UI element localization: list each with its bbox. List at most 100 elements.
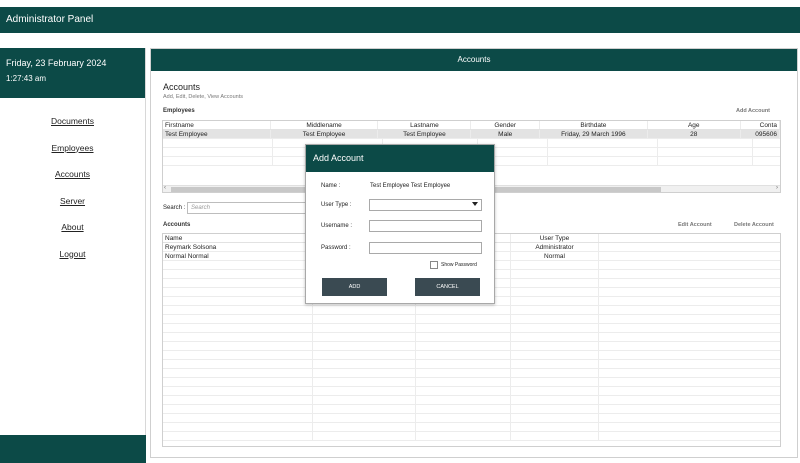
empty-cell bbox=[416, 315, 511, 323]
sidebar: Friday, 23 February 2024 1:27:43 am Docu… bbox=[0, 48, 146, 463]
col-header[interactable]: Name bbox=[163, 234, 313, 242]
empty-cell bbox=[163, 306, 313, 314]
table-row[interactable]: Test Employee Test Employee Test Employe… bbox=[163, 130, 780, 139]
empty-cell bbox=[313, 396, 416, 404]
empty-cell bbox=[163, 369, 313, 377]
empty-cell bbox=[511, 387, 599, 395]
empty-cell bbox=[313, 432, 416, 440]
empty-cell bbox=[313, 351, 416, 359]
empty-cell bbox=[163, 414, 313, 422]
empty-cell bbox=[313, 333, 416, 341]
empty-row bbox=[163, 333, 780, 342]
empty-cell bbox=[416, 333, 511, 341]
empty-cell bbox=[163, 270, 313, 278]
empty-cell bbox=[511, 288, 599, 296]
empty-cell bbox=[313, 306, 416, 314]
empty-cell bbox=[511, 432, 599, 440]
nav-about[interactable]: About bbox=[0, 214, 145, 241]
col-header[interactable]: Middlename bbox=[271, 121, 379, 129]
name-value: Test Employee Test Employee bbox=[370, 183, 451, 189]
empty-row bbox=[163, 315, 780, 324]
nav-employees[interactable]: Employees bbox=[0, 135, 145, 162]
empty-cell bbox=[416, 369, 511, 377]
empty-cell bbox=[511, 360, 599, 368]
sidebar-clock: Friday, 23 February 2024 1:27:43 am bbox=[0, 48, 145, 98]
username-label: Username : bbox=[321, 223, 353, 229]
delete-account-link[interactable]: Delete Account bbox=[734, 222, 774, 228]
add-button[interactable]: ADD bbox=[322, 278, 387, 296]
empty-cell bbox=[511, 333, 599, 341]
nav-server[interactable]: Server bbox=[0, 188, 145, 215]
password-label: Password : bbox=[321, 245, 351, 251]
empty-cell bbox=[416, 360, 511, 368]
sidebar-footer bbox=[0, 435, 146, 463]
table-cell: Administrator bbox=[511, 243, 599, 251]
empty-cell bbox=[416, 414, 511, 422]
dialog-title: Add Account bbox=[306, 145, 494, 172]
password-field[interactable] bbox=[369, 242, 482, 254]
col-header[interactable]: Birthdate bbox=[540, 121, 648, 129]
edit-account-link[interactable]: Edit Account bbox=[678, 222, 712, 228]
current-date: Friday, 23 February 2024 bbox=[6, 58, 107, 68]
empty-cell bbox=[163, 279, 313, 287]
empty-cell bbox=[416, 351, 511, 359]
scroll-left-icon[interactable]: ‹ bbox=[164, 185, 166, 191]
add-account-link[interactable]: Add Account bbox=[736, 108, 770, 114]
scroll-right-icon[interactable]: › bbox=[776, 185, 778, 191]
col-header[interactable]: Firstname bbox=[163, 121, 271, 129]
sidebar-nav: Documents Employees Accounts Server Abou… bbox=[0, 108, 145, 267]
col-header[interactable]: Age bbox=[648, 121, 741, 129]
app-title: Administrator Panel bbox=[6, 14, 94, 25]
user-type-select[interactable] bbox=[369, 199, 482, 211]
empty-cell bbox=[511, 279, 599, 287]
empty-row bbox=[163, 396, 780, 405]
empty-cell bbox=[163, 387, 313, 395]
table-cell: Male bbox=[471, 130, 541, 138]
empty-row bbox=[163, 423, 780, 432]
nav-documents[interactable]: Documents bbox=[0, 108, 145, 135]
table-cell: 095606 bbox=[741, 130, 780, 138]
empty-cell bbox=[313, 324, 416, 332]
empty-cell bbox=[163, 297, 313, 305]
empty-row bbox=[163, 378, 780, 387]
empty-cell bbox=[511, 369, 599, 377]
empty-cell bbox=[511, 324, 599, 332]
empty-cell bbox=[163, 423, 313, 431]
nav-accounts[interactable]: Accounts bbox=[0, 161, 145, 188]
empty-cell bbox=[313, 315, 416, 323]
empty-cell bbox=[163, 378, 313, 386]
empty-row bbox=[163, 324, 780, 333]
col-header[interactable]: Conta bbox=[741, 121, 780, 129]
empty-cell bbox=[163, 432, 313, 440]
table-cell: Reymark Solsona bbox=[163, 243, 313, 251]
empty-cell bbox=[313, 405, 416, 413]
search-label: Search : bbox=[163, 205, 186, 211]
empty-cell bbox=[511, 396, 599, 404]
empty-row bbox=[163, 306, 780, 315]
show-password-checkbox[interactable] bbox=[430, 261, 438, 269]
col-header[interactable]: Gender bbox=[471, 121, 541, 129]
empty-cell bbox=[313, 387, 416, 395]
name-label: Name : bbox=[321, 183, 341, 189]
chevron-down-icon[interactable] bbox=[472, 202, 478, 206]
empty-row bbox=[163, 360, 780, 369]
empty-cell bbox=[511, 405, 599, 413]
table-cell: Friday, 29 March 1996 bbox=[540, 130, 648, 138]
empty-cell bbox=[416, 405, 511, 413]
nav-logout[interactable]: Logout bbox=[0, 241, 145, 268]
main-header: Accounts bbox=[151, 49, 797, 71]
empty-cell bbox=[163, 333, 313, 341]
empty-cell bbox=[511, 342, 599, 350]
col-header[interactable]: User Type bbox=[511, 234, 599, 242]
show-password-label: Show Password bbox=[441, 262, 477, 268]
table-cell: Test Employee bbox=[378, 130, 472, 138]
username-field[interactable] bbox=[369, 220, 482, 232]
empty-cell bbox=[313, 342, 416, 350]
col-header[interactable]: Lastname bbox=[378, 121, 472, 129]
empty-cell bbox=[313, 414, 416, 422]
empty-row bbox=[163, 342, 780, 351]
cancel-button[interactable]: CANCEL bbox=[415, 278, 480, 296]
accounts-section-label: Accounts bbox=[163, 222, 191, 228]
empty-cell bbox=[163, 342, 313, 350]
search-input[interactable]: Search bbox=[187, 202, 317, 214]
